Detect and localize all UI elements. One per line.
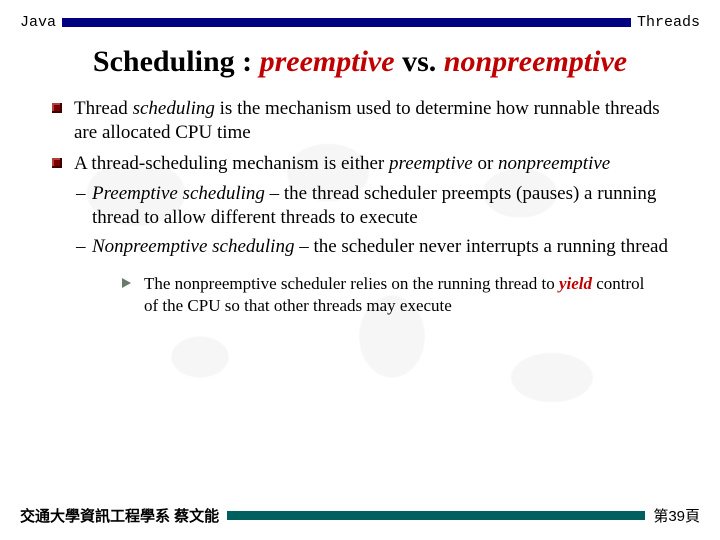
sub-bullet-2-text: Nonpreemptive scheduling – the scheduler… [92, 236, 668, 257]
header-left-label: Java [20, 14, 56, 31]
footer-left-label: 交通大學資訊工程學系 蔡文能 [20, 505, 219, 526]
bullet-2: A thread-scheduling mechanism is either … [74, 152, 668, 176]
header: Java Threads [0, 0, 720, 31]
dash-icon: – [76, 182, 86, 206]
footer-bar [227, 511, 645, 520]
footer: 交通大學資訊工程學系 蔡文能 第39頁 [0, 505, 720, 526]
tri-bullet: The nonpreemptive scheduler relies on th… [144, 273, 668, 317]
dash-icon: – [76, 235, 86, 259]
sub-bullet-2: –Nonpreemptive scheduling – the schedule… [92, 235, 668, 259]
bullet-1: Thread scheduling is the mechanism used … [74, 97, 668, 146]
title-em1: preemptive [260, 45, 395, 78]
header-bar [62, 18, 631, 27]
title-prefix: Scheduling : [93, 45, 260, 78]
slide-title: Scheduling : preemptive vs. nonpreemptiv… [20, 45, 700, 79]
footer-right-label: 第39頁 [653, 505, 700, 526]
title-mid: vs. [395, 45, 444, 78]
title-em2: nonpreemptive [444, 45, 627, 78]
header-right-label: Threads [637, 14, 700, 31]
content-area: Thread scheduling is the mechanism used … [0, 97, 720, 316]
sub-bullet-1: –Preemptive scheduling – the thread sche… [92, 182, 668, 231]
sub-bullet-1-text: Preemptive scheduling – the thread sched… [92, 183, 656, 228]
